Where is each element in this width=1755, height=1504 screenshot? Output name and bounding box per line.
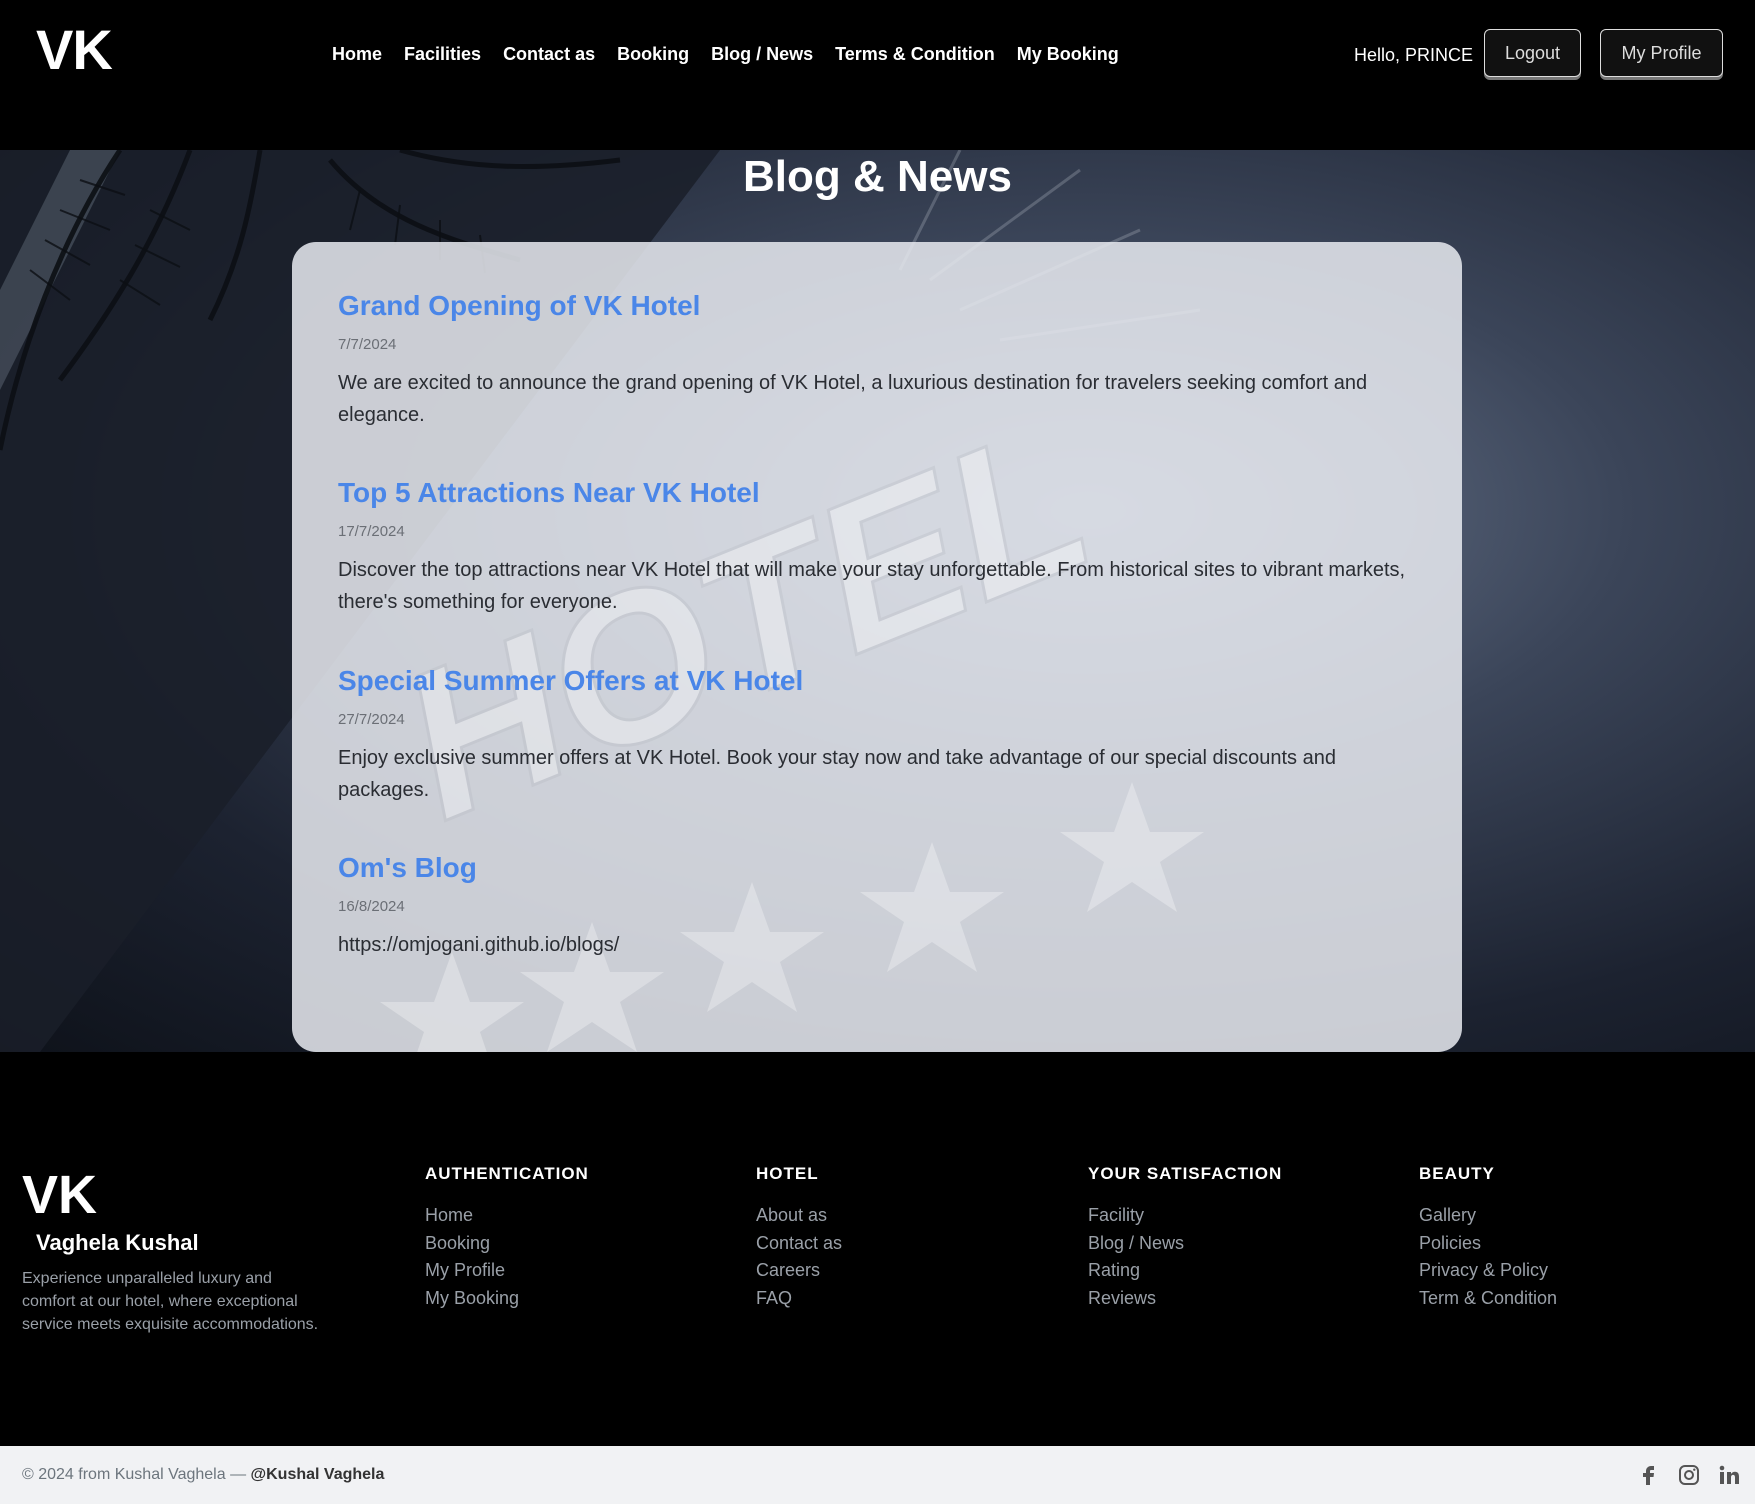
footer-column-heading: BEAUTY [1419, 1164, 1495, 1183]
footer-link-home[interactable]: Home [425, 1202, 589, 1230]
nav-terms[interactable]: Terms & Condition [835, 44, 995, 65]
post-title-link[interactable]: Grand Opening of VK Hotel [338, 290, 700, 321]
footer-link-facility[interactable]: Facility [1088, 1202, 1282, 1230]
footer-column-authentication: AUTHENTICATION Home Booking My Profile M… [425, 1164, 589, 1312]
footer-link-my-profile[interactable]: My Profile [425, 1257, 589, 1285]
post-body: https://omjogani.github.io/blogs/ [338, 934, 620, 956]
footer-column-heading: YOUR SATISFACTION [1088, 1164, 1283, 1183]
footer-description: Experience unparalleled luxury and comfo… [22, 1270, 319, 1333]
footer-link-about[interactable]: About as [756, 1202, 842, 1230]
footer-link-reviews[interactable]: Reviews [1088, 1285, 1282, 1313]
post-date: 16/8/2024 [338, 898, 405, 915]
footer-link-careers[interactable]: Careers [756, 1257, 842, 1285]
post-body: Enjoy exclusive summer offers at VK Hote… [338, 747, 1336, 801]
copyright-text: © 2024 from Kushal Vaghela — @Kushal Vag… [22, 1466, 384, 1484]
page-title: Blog & News [743, 152, 1012, 201]
logout-button[interactable]: Logout [1484, 29, 1581, 77]
post-date: 17/7/2024 [338, 523, 405, 540]
blog-card: HOTEL Grand Opening of VK Hotel 7/7/2024… [292, 242, 1462, 1052]
post-date: 7/7/2024 [338, 336, 397, 353]
nav-home[interactable]: Home [332, 44, 382, 65]
nav-contact[interactable]: Contact as [503, 44, 595, 65]
post-title-link[interactable]: Om's Blog [338, 852, 477, 883]
footer-owner-name: Vaghela Kushal [36, 1230, 199, 1255]
footer-column-heading: AUTHENTICATION [425, 1164, 589, 1183]
post-title-link[interactable]: Special Summer Offers at VK Hotel [338, 665, 803, 696]
footer-link-blog-news[interactable]: Blog / News [1088, 1230, 1282, 1258]
post-title-link[interactable]: Top 5 Attractions Near VK Hotel [338, 477, 760, 508]
blog-post: Top 5 Attractions Near VK Hotel 17/7/202… [338, 477, 1418, 618]
footer-link-rating[interactable]: Rating [1088, 1257, 1282, 1285]
user-greeting: Hello, PRINCE [1354, 45, 1474, 65]
footer-link-policies[interactable]: Policies [1419, 1230, 1557, 1258]
hero-section: Blog & News HOTEL Grand Opening of VK Ho… [0, 150, 1755, 1052]
site-logo[interactable]: VK [36, 22, 113, 78]
facebook-icon[interactable] [1637, 1463, 1661, 1487]
post-body: Discover the top attractions near VK Hot… [338, 559, 1406, 613]
footer-link-faq[interactable]: FAQ [756, 1285, 842, 1313]
linkedin-icon[interactable] [1717, 1463, 1741, 1487]
footer-column-beauty: BEAUTY Gallery Policies Privacy & Policy… [1419, 1164, 1557, 1312]
nav-my-booking[interactable]: My Booking [1017, 44, 1119, 65]
nav-booking[interactable]: Booking [617, 44, 689, 65]
blog-post: Grand Opening of VK Hotel 7/7/2024 We ar… [338, 290, 1418, 431]
footer-column-satisfaction: YOUR SATISFACTION Facility Blog / News R… [1088, 1164, 1282, 1312]
instagram-icon[interactable] [1677, 1463, 1701, 1487]
footer-logo[interactable]: VK [22, 1168, 97, 1222]
blog-post: Special Summer Offers at VK Hotel 27/7/2… [338, 665, 1418, 806]
copyright-handle-link[interactable]: @Kushal Vaghela [251, 1466, 385, 1483]
footer-link-contact[interactable]: Contact as [756, 1230, 842, 1258]
footer-link-terms[interactable]: Term & Condition [1419, 1285, 1557, 1313]
nav-blog-news[interactable]: Blog / News [711, 44, 813, 65]
blog-post: Om's Blog 16/8/2024 https://omjogani.git… [338, 852, 1418, 961]
footer-link-gallery[interactable]: Gallery [1419, 1202, 1557, 1230]
footer-link-booking[interactable]: Booking [425, 1230, 589, 1258]
nav-facilities[interactable]: Facilities [404, 44, 481, 65]
footer-column-heading: HOTEL [756, 1164, 819, 1183]
footer-link-my-booking[interactable]: My Booking [425, 1285, 589, 1313]
post-body: We are excited to announce the grand ope… [338, 372, 1368, 426]
site-footer: VK Vaghela Kushal Experience unparallele… [0, 1052, 1755, 1446]
footer-link-privacy-policy[interactable]: Privacy & Policy [1419, 1257, 1557, 1285]
social-links [1637, 1463, 1741, 1487]
copyright-prefix: © 2024 from Kushal Vaghela — [22, 1466, 251, 1483]
post-date: 27/7/2024 [338, 711, 405, 728]
my-profile-button[interactable]: My Profile [1600, 29, 1723, 77]
main-nav: Home Facilities Contact as Booking Blog … [332, 44, 1119, 65]
footer-column-hotel: HOTEL About as Contact as Careers FAQ [756, 1164, 842, 1312]
copyright-bar: © 2024 from Kushal Vaghela — @Kushal Vag… [0, 1446, 1755, 1504]
site-header: VK Home Facilities Contact as Booking Bl… [0, 0, 1755, 150]
